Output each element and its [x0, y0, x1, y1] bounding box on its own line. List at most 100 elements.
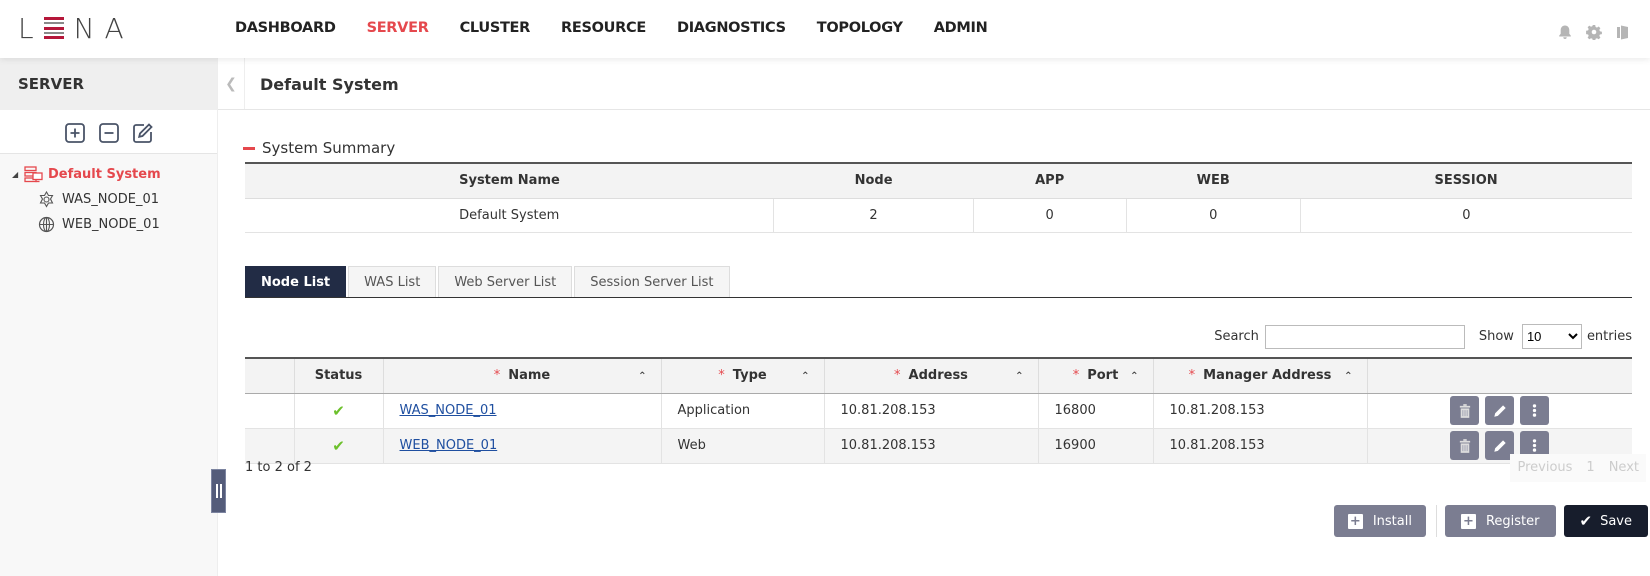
- delete-button[interactable]: [1450, 431, 1480, 460]
- pencil-icon: [1494, 404, 1506, 417]
- expand-triangle-icon[interactable]: ◢: [12, 170, 24, 179]
- pagination-page[interactable]: 1: [1579, 454, 1601, 482]
- sidebar: SERVER ◢ Default System WAS_NODE_01 WEB_…: [0, 58, 218, 576]
- node-name-link[interactable]: WAS_NODE_01: [400, 403, 497, 418]
- more-button[interactable]: [1520, 396, 1550, 425]
- install-button[interactable]: + Install: [1333, 505, 1426, 537]
- header-label: Name: [508, 368, 551, 384]
- cell-name: WEB_NODE_01: [383, 428, 662, 464]
- sort-up-icon[interactable]: ⌃: [801, 371, 809, 382]
- top-icons: [1557, 24, 1632, 41]
- remove-icon[interactable]: [98, 122, 120, 144]
- tab-web-server-list[interactable]: Web Server List: [438, 266, 573, 297]
- pagination-previous[interactable]: Previous: [1510, 454, 1579, 482]
- more-vertical-icon: [1533, 439, 1537, 452]
- column-header-select: [245, 358, 295, 394]
- delete-button[interactable]: [1450, 396, 1480, 425]
- header-label: Address: [908, 368, 968, 384]
- nav-cluster[interactable]: CLUSTER: [460, 20, 531, 36]
- nav-resource[interactable]: RESOURCE: [561, 20, 646, 36]
- trash-icon: [1459, 403, 1470, 418]
- button-label: Install: [1372, 513, 1412, 529]
- logo-e-bars: [43, 17, 64, 39]
- search-input[interactable]: [1264, 324, 1465, 349]
- table-row: Default System 2 0 0 0: [245, 198, 1632, 233]
- system-icon: [24, 166, 43, 183]
- nav-dashboard[interactable]: DASHBOARD: [235, 20, 336, 36]
- column-header-manager-address[interactable]: * Manager Address ⌃: [1153, 358, 1368, 394]
- section-title: System Summary: [262, 139, 396, 157]
- tree-item-web-node[interactable]: WEB_NODE_01: [0, 212, 217, 237]
- sort-up-icon[interactable]: ⌃: [1015, 371, 1023, 382]
- divider: [218, 109, 1650, 110]
- server-tree: ◢ Default System WAS_NODE_01 WEB_NODE_01: [0, 154, 217, 237]
- entries-select[interactable]: 10: [1521, 324, 1582, 349]
- cell-port: 16800: [1038, 393, 1154, 429]
- header-label: Port: [1087, 368, 1119, 384]
- tab-was-list[interactable]: WAS List: [348, 266, 437, 297]
- column-header-port[interactable]: * Port ⌃: [1038, 358, 1154, 394]
- column-header: SESSION: [1300, 163, 1632, 199]
- logout-icon[interactable]: [1615, 24, 1632, 41]
- row-actions: [1368, 396, 1633, 425]
- bell-icon[interactable]: [1557, 24, 1574, 41]
- column-header-type[interactable]: * Type ⌃: [661, 358, 825, 394]
- nav-admin[interactable]: ADMIN: [934, 20, 988, 36]
- web-node-icon: [38, 216, 57, 233]
- cell-status: ✔: [294, 428, 384, 464]
- cell-port: 16900: [1038, 428, 1154, 464]
- cell-select[interactable]: [245, 428, 295, 464]
- section-system-summary[interactable]: System Summary: [243, 139, 395, 157]
- required-mark: *: [1072, 368, 1080, 384]
- tree-item-label: WAS_NODE_01: [62, 192, 160, 207]
- tab-node-list[interactable]: Node List: [245, 266, 347, 297]
- nav-server[interactable]: SERVER: [367, 20, 429, 36]
- logo-letters-na: NA: [73, 11, 134, 45]
- sidebar-toolbar: [0, 110, 217, 154]
- was-node-icon: [38, 191, 57, 208]
- pagination-next[interactable]: Next: [1602, 454, 1646, 482]
- logo-letter-l: L: [18, 11, 44, 45]
- cell-select[interactable]: [245, 393, 295, 429]
- register-button[interactable]: + Register: [1444, 505, 1556, 537]
- tab-session-server-list[interactable]: Session Server List: [574, 266, 730, 297]
- save-button[interactable]: ✔ Save: [1563, 505, 1648, 537]
- tree-item-was-node[interactable]: WAS_NODE_01: [0, 187, 217, 212]
- table-controls: Search Show 10 entries: [1214, 324, 1632, 349]
- sort-up-icon[interactable]: ⌃: [638, 371, 646, 382]
- required-mark: *: [718, 368, 725, 384]
- tree-item-label: WEB_NODE_01: [62, 217, 160, 232]
- gear-icon[interactable]: [1586, 24, 1603, 41]
- edit-button[interactable]: [1485, 396, 1515, 425]
- tree-item-label: Default System: [48, 167, 161, 182]
- button-label: Register: [1485, 513, 1540, 529]
- nav-diagnostics[interactable]: DIAGNOSTICS: [677, 20, 786, 36]
- node-name-link[interactable]: WEB_NODE_01: [400, 438, 498, 453]
- column-header: APP: [973, 163, 1127, 199]
- sort-up-icon[interactable]: ⌃: [1130, 371, 1138, 382]
- column-header-address[interactable]: * Address ⌃: [824, 358, 1039, 394]
- add-icon[interactable]: [64, 122, 86, 144]
- plus-icon: +: [1460, 513, 1476, 529]
- sidebar-resize-handle[interactable]: [211, 469, 226, 513]
- main-nav: DASHBOARD SERVER CLUSTER RESOURCE DIAGNO…: [235, 20, 1018, 36]
- lena-logo[interactable]: L NA: [18, 11, 134, 45]
- nav-topology[interactable]: TOPOLOGY: [817, 20, 903, 36]
- sort-up-icon[interactable]: ⌃: [1344, 371, 1352, 382]
- collapse-sidebar-button[interactable]: ❮: [218, 58, 245, 110]
- pagination: Previous 1 Next: [1510, 454, 1646, 482]
- cell-address: 10.81.208.153: [824, 393, 1039, 429]
- list-tabs: Node List WAS List Web Server List Sessi…: [245, 266, 1632, 298]
- cell-name: WAS_NODE_01: [383, 393, 662, 429]
- column-header-name[interactable]: * Name ⌃: [383, 358, 662, 394]
- main-content: Default System System Summary System Nam…: [218, 58, 1650, 576]
- action-buttons: + Install + Register ✔ Save: [1333, 505, 1648, 537]
- edit-icon[interactable]: [132, 122, 154, 144]
- cell-manager-address: 10.81.208.153: [1153, 428, 1368, 464]
- button-label: Save: [1600, 513, 1632, 529]
- table-row: ✔ WAS_NODE_01 Application 10.81.208.153 …: [245, 393, 1633, 429]
- tree-item-default-system[interactable]: ◢ Default System: [0, 162, 217, 187]
- pencil-icon: [1494, 439, 1506, 452]
- node-list-table: Status * Name ⌃ * Type ⌃ * Address ⌃ * Port ⌃ * M…: [245, 357, 1632, 464]
- cell-type: Application: [661, 393, 825, 429]
